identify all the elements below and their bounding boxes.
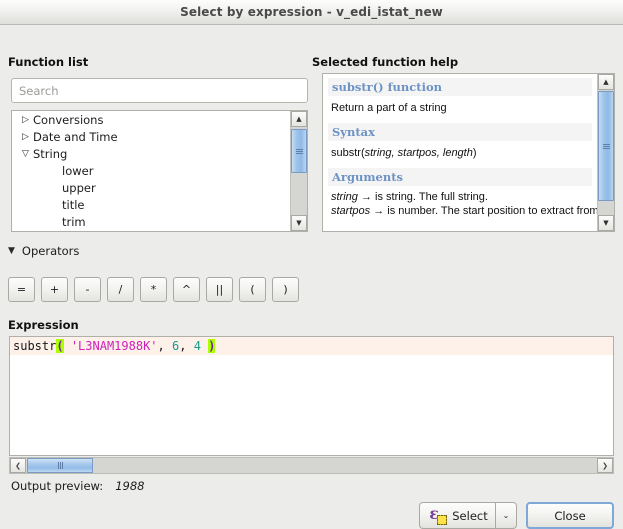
help-syntax-prefix: substr(: [331, 147, 365, 159]
tree-item-label: upper: [62, 181, 96, 195]
tree-item-label: Conversions: [33, 113, 104, 127]
select-dropdown-button[interactable]: ⌄: [495, 502, 517, 529]
operator-button-equals[interactable]: =: [8, 277, 35, 302]
tree-item-label: String: [33, 147, 68, 161]
expression-token-space: [186, 339, 193, 353]
tree-item-lower[interactable]: lower: [12, 163, 290, 180]
scrollbar-grip-icon: [602, 143, 610, 149]
help-argument-text: is number. The start position to extract…: [387, 205, 597, 217]
selected-function-help-panel[interactable]: substr() function Return a part of a str…: [322, 73, 615, 232]
dialog-body: Function list ▷ Conversions ▷ Date and T…: [0, 25, 623, 529]
help-argument-text: is string. The full string.: [375, 191, 488, 203]
tree-item-label: Date and Time: [33, 130, 118, 144]
scrollbar-thumb[interactable]: [27, 458, 93, 473]
scroll-up-icon[interactable]: ▲: [291, 111, 307, 127]
operator-button-multiply[interactable]: *: [140, 277, 167, 302]
expression-token-number: 4: [193, 339, 201, 353]
help-argument-row: startpos → is number. The start position…: [331, 204, 597, 218]
scrollbar-grip-icon: [295, 148, 303, 154]
expression-label: Expression: [8, 318, 79, 332]
expression-horizontal-scrollbar[interactable]: ❮ ❯: [9, 457, 614, 474]
output-preview-value: 1988: [115, 479, 145, 493]
function-list-tree-items: ▷ Conversions ▷ Date and Time ▽ String l…: [12, 111, 290, 231]
output-preview-label: Output preview:: [11, 479, 104, 493]
chevron-down-icon: ⌄: [502, 511, 510, 520]
tree-item-trim[interactable]: trim: [12, 214, 290, 231]
tree-item-date-and-time[interactable]: ▷ Date and Time: [12, 129, 290, 146]
selection-marquee-icon: [437, 514, 448, 525]
search-input[interactable]: [11, 78, 308, 103]
scrollbar-grip-icon: [57, 462, 63, 469]
expression-token-function: substr: [13, 339, 57, 353]
help-arguments-list: string → is string. The full string. sta…: [331, 190, 597, 218]
chevron-down-icon[interactable]: ▽: [18, 146, 33, 163]
help-argument-name: startpos: [331, 205, 371, 217]
tree-item-label: trim: [62, 215, 86, 229]
expression-token-comma: ,: [157, 339, 165, 353]
operator-button-close-paren[interactable]: ): [272, 277, 299, 302]
tree-item-string[interactable]: ▽ String: [12, 146, 290, 163]
help-syntax-params: string, startpos, length: [364, 147, 473, 159]
arrow-icon: →: [373, 205, 385, 217]
function-list-scrollbar[interactable]: ▲ ▼: [290, 111, 307, 231]
help-syntax-line: substr(string, startpos, length): [331, 147, 592, 160]
operators-label: Operators: [21, 244, 80, 258]
window-titlebar: Select by expression - v_edi_istat_new: [0, 0, 623, 25]
scroll-down-icon[interactable]: ▼: [291, 215, 307, 231]
scroll-down-icon[interactable]: ▼: [598, 215, 614, 231]
dialog-button-bar: ε Select ⌄ Close: [419, 502, 614, 529]
help-description: Return a part of a string: [331, 102, 447, 114]
operator-button-divide[interactable]: /: [107, 277, 134, 302]
expression-token-space: [165, 339, 172, 353]
operator-button-plus[interactable]: +: [41, 277, 68, 302]
operator-button-open-paren[interactable]: (: [239, 277, 266, 302]
help-arguments-heading: Arguments: [328, 168, 592, 186]
expression-current-line[interactable]: substr( 'L3NAM1988K', 6, 4 ): [10, 337, 613, 355]
expression-token-close-paren: ): [208, 339, 216, 353]
triangle-down-icon[interactable]: ▼: [8, 246, 15, 256]
scroll-right-icon[interactable]: ❯: [597, 458, 613, 473]
expression-token-space: [64, 339, 71, 353]
tree-item-conversions[interactable]: ▷ Conversions: [12, 112, 290, 129]
expression-editor[interactable]: substr( 'L3NAM1988K', 6, 4 ): [9, 336, 614, 456]
arrow-icon: →: [360, 191, 372, 203]
function-list-tree[interactable]: ▷ Conversions ▷ Date and Time ▽ String l…: [11, 110, 308, 232]
operator-button-power[interactable]: ^: [173, 277, 200, 302]
chevron-right-icon[interactable]: ▷: [18, 112, 33, 129]
scrollbar-thumb[interactable]: [291, 129, 307, 173]
operators-section-header[interactable]: ▼ Operators: [8, 244, 79, 258]
help-scrollbar[interactable]: ▲ ▼: [597, 74, 614, 231]
select-button[interactable]: ε Select: [419, 502, 495, 529]
function-list-label: Function list: [8, 55, 89, 69]
help-argument-row: string → is string. The full string.: [331, 190, 592, 204]
tree-item-upper[interactable]: upper: [12, 180, 290, 197]
window-title: Select by expression - v_edi_istat_new: [180, 5, 443, 19]
tree-item-label: lower: [62, 164, 94, 178]
scrollbar-thumb[interactable]: [598, 91, 614, 201]
tree-item-title[interactable]: title: [12, 197, 290, 214]
operator-button-minus[interactable]: -: [74, 277, 101, 302]
expression-token-open-paren: (: [56, 339, 64, 353]
chevron-right-icon[interactable]: ▷: [18, 129, 33, 146]
tree-item-label: title: [62, 198, 85, 212]
expression-token-string: 'L3NAM1988K': [70, 339, 158, 353]
close-button[interactable]: Close: [526, 502, 614, 529]
scroll-up-icon[interactable]: ▲: [598, 74, 614, 90]
scroll-left-icon[interactable]: ❮: [10, 458, 26, 473]
selected-function-help-label: Selected function help: [312, 55, 459, 69]
operator-button-row: = + - / * ^ || ( ): [8, 277, 299, 302]
operator-button-concat[interactable]: ||: [206, 277, 233, 302]
help-function-heading: substr() function: [328, 78, 592, 96]
help-argument-name: string: [331, 191, 358, 203]
help-content: substr() function Return a part of a str…: [323, 74, 597, 231]
select-by-expression-icon: ε: [429, 504, 448, 525]
help-syntax-heading: Syntax: [328, 123, 592, 141]
help-syntax-suffix: ): [472, 147, 477, 159]
output-preview: Output preview: 1988: [11, 479, 144, 493]
